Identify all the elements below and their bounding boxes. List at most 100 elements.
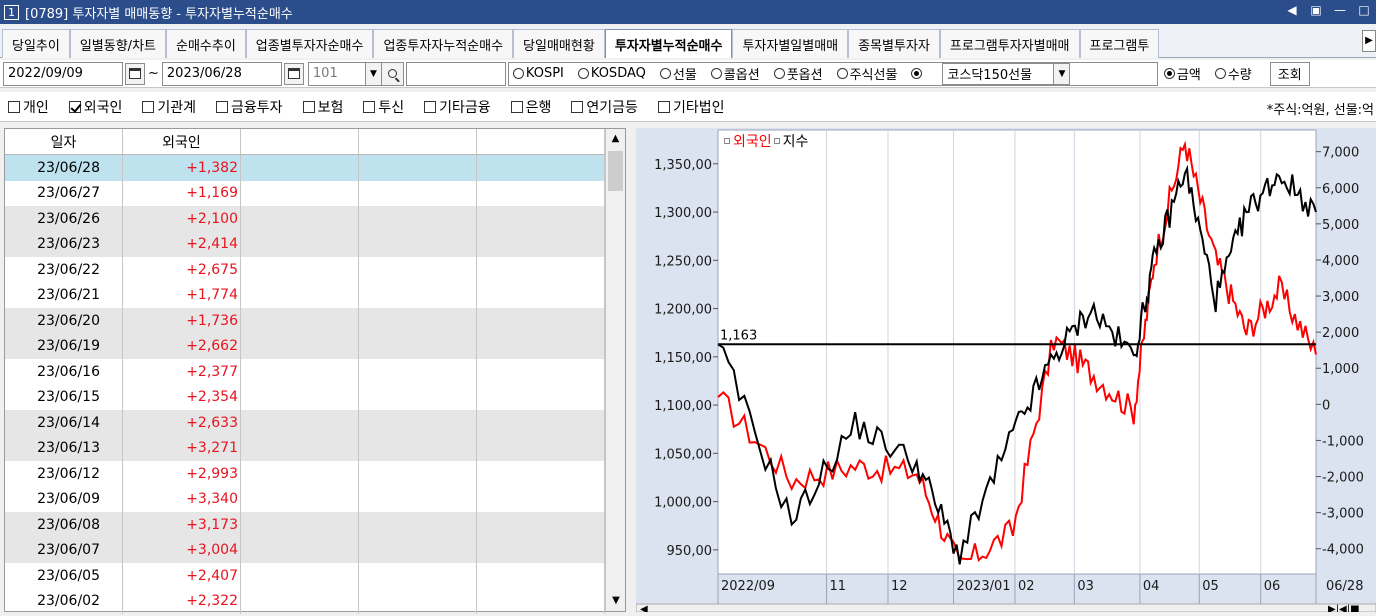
table-scrollbar[interactable]: ▲ ▼ — [605, 129, 625, 611]
tab-8[interactable]: 종목별투자자 — [848, 29, 940, 58]
chevron-down-icon: ▼ — [369, 68, 377, 79]
market-radio-1[interactable]: KOSDAQ — [577, 66, 646, 81]
mode-radio-group: 금액 수량 — [1160, 62, 1270, 86]
investor-checkbox-4[interactable]: 보험 — [302, 97, 343, 117]
tab-1[interactable]: 일별동향/차트 — [69, 29, 166, 58]
investor-checkbox-7[interactable]: 은행 — [510, 97, 552, 117]
chevron-down-icon[interactable]: ▼ — [1054, 62, 1071, 85]
table-row[interactable]: 23/06/27 +1,169 — [5, 180, 625, 206]
investor-checkbox-6[interactable]: 기타금융 — [424, 97, 491, 117]
minimize-icon[interactable]: — — [1332, 3, 1348, 17]
calendar-icon — [129, 68, 141, 79]
investor-checkbox-1[interactable]: 외국인 — [68, 97, 122, 117]
foreign-value-cell: +2,675 — [123, 257, 241, 283]
radio-button-icon — [710, 68, 722, 79]
x-tick-label: 05 — [1202, 579, 1219, 594]
column-header-date[interactable]: 일자 — [5, 129, 123, 154]
tab-9[interactable]: 프로그램투자자별매매 — [939, 29, 1080, 58]
table-row[interactable]: 23/06/15 +2,354 — [5, 384, 625, 410]
date-cell: 23/06/16 — [5, 359, 123, 385]
code-input[interactable]: 101 — [307, 61, 366, 86]
market-radio-0[interactable]: KOSPI — [512, 66, 564, 81]
tab-2[interactable]: 순매수추이 — [165, 29, 246, 58]
table-row[interactable]: 23/06/12 +2,993 — [5, 461, 625, 487]
right-tick-label: 7,000 — [1322, 146, 1359, 161]
investor-checkbox-2[interactable]: 기관계 — [142, 97, 196, 117]
tab-7[interactable]: 투자자별일별매매 — [732, 29, 849, 58]
left-tick-label: 1,150,00 — [654, 351, 712, 366]
table-row[interactable]: 23/06/09 +3,340 — [5, 486, 625, 512]
table-row[interactable]: 23/06/07 +3,004 — [5, 537, 625, 563]
right-tick-label: 4,000 — [1322, 254, 1359, 269]
table-row[interactable]: 23/06/26 +2,100 — [5, 206, 625, 232]
table-row[interactable]: 23/06/14 +2,633 — [5, 410, 625, 436]
investor-checkbox-9[interactable]: 기타법인 — [657, 97, 724, 117]
query-button[interactable]: 조회 — [1269, 61, 1310, 86]
empty-cell — [359, 282, 477, 308]
investor-checkbox-3[interactable]: 금융투자 — [216, 97, 283, 117]
mode-radio-1[interactable]: 수량 — [1214, 64, 1252, 83]
table-row[interactable]: 23/06/20 +1,736 — [5, 308, 625, 334]
left-tick-label: 1,300,00 — [654, 206, 712, 221]
investor-label: 은행 — [525, 99, 552, 116]
checkbox-icon — [8, 100, 20, 113]
tab-5[interactable]: 당일매매현황 — [513, 29, 605, 58]
table-row[interactable]: 23/06/08 +3,173 — [5, 512, 625, 538]
table-row[interactable]: 23/06/21 +1,774 — [5, 282, 625, 308]
left-tick-label: 1,100,00 — [654, 399, 712, 414]
empty-cell — [241, 410, 359, 436]
table-row[interactable]: 23/06/23 +2,414 — [5, 231, 625, 257]
pin-icon[interactable]: ▣ — [1308, 3, 1324, 17]
foreign-value-cell: +2,414 — [123, 231, 241, 257]
table-row[interactable]: 23/06/28 +1,382 — [5, 155, 625, 181]
table-row[interactable]: 23/06/16 +2,377 — [5, 359, 625, 385]
mode-radio-0[interactable]: 금액 — [1163, 64, 1201, 83]
x-tick-label: 11 — [830, 579, 847, 594]
arrow-left-icon[interactable]: ◀ — [1284, 3, 1300, 17]
right-tick-label: 0 — [1322, 398, 1330, 413]
maximize-icon[interactable]: □ — [1356, 3, 1372, 17]
empty-cell — [359, 308, 477, 334]
scroll-up-icon[interactable]: ▲ — [606, 129, 625, 149]
empty-cell — [477, 206, 605, 232]
empty-cell — [359, 231, 477, 257]
name-input[interactable] — [405, 61, 506, 86]
checkbox-icon — [142, 100, 155, 113]
market-radio-5[interactable]: 주식선물 — [836, 64, 897, 83]
market-radio-3[interactable]: 콜옵션 — [710, 64, 760, 83]
tab-3[interactable]: 업종별투자자순매수 — [245, 29, 374, 58]
end-calendar-button[interactable] — [283, 62, 304, 85]
table-row[interactable]: 23/06/22 +2,675 — [5, 257, 625, 283]
table-row[interactable]: 23/06/02 +2,322 — [5, 588, 625, 614]
date-range-tilde: ~ — [148, 66, 159, 81]
futures-select[interactable]: 코스닥150선물 ▼ — [942, 62, 1071, 85]
investor-checkbox-0[interactable]: 개인 — [8, 97, 49, 117]
market-radio-4[interactable]: 풋옵션 — [773, 64, 823, 83]
market-radio-2[interactable]: 선물 — [659, 64, 697, 83]
tab-4[interactable]: 업종투자자누적순매수 — [373, 29, 514, 58]
foreign-value-cell: +2,993 — [123, 461, 241, 487]
empty-cell — [477, 231, 605, 257]
start-calendar-button[interactable] — [125, 62, 145, 85]
table-row[interactable]: 23/06/13 +3,271 — [5, 435, 625, 461]
tab-scroll-right-icon[interactable]: ▶ — [1362, 30, 1376, 52]
end-date-input[interactable]: 2023/06/28 — [161, 61, 282, 86]
start-date-input[interactable]: 2022/09/09 — [3, 61, 123, 86]
code-dropdown-button[interactable]: ▼ — [365, 61, 382, 86]
futures-select-value[interactable]: 코스닥150선물 — [942, 62, 1055, 85]
x-tick-label: 03 — [1077, 579, 1094, 594]
tab-10[interactable]: 프로그램투 — [1079, 29, 1160, 58]
market-radio-6[interactable] — [911, 68, 924, 79]
scroll-down-icon[interactable]: ▼ — [606, 591, 626, 611]
scroll-thumb[interactable] — [608, 151, 623, 191]
investor-checkbox-5[interactable]: 투신 — [363, 97, 404, 117]
tab-6[interactable]: 투자자별누적순매수 — [604, 29, 733, 58]
tab-0[interactable]: 당일추이 — [2, 29, 70, 58]
foreign-value-cell: +2,100 — [123, 206, 241, 232]
column-header-foreign[interactable]: 외국인 — [123, 129, 241, 154]
empty-cell — [241, 384, 359, 410]
table-row[interactable]: 23/06/19 +2,662 — [5, 333, 625, 359]
investor-checkbox-8[interactable]: 연기금등 — [571, 97, 638, 117]
code-search-button[interactable] — [381, 61, 404, 86]
table-row[interactable]: 23/06/05 +2,407 — [5, 563, 625, 589]
